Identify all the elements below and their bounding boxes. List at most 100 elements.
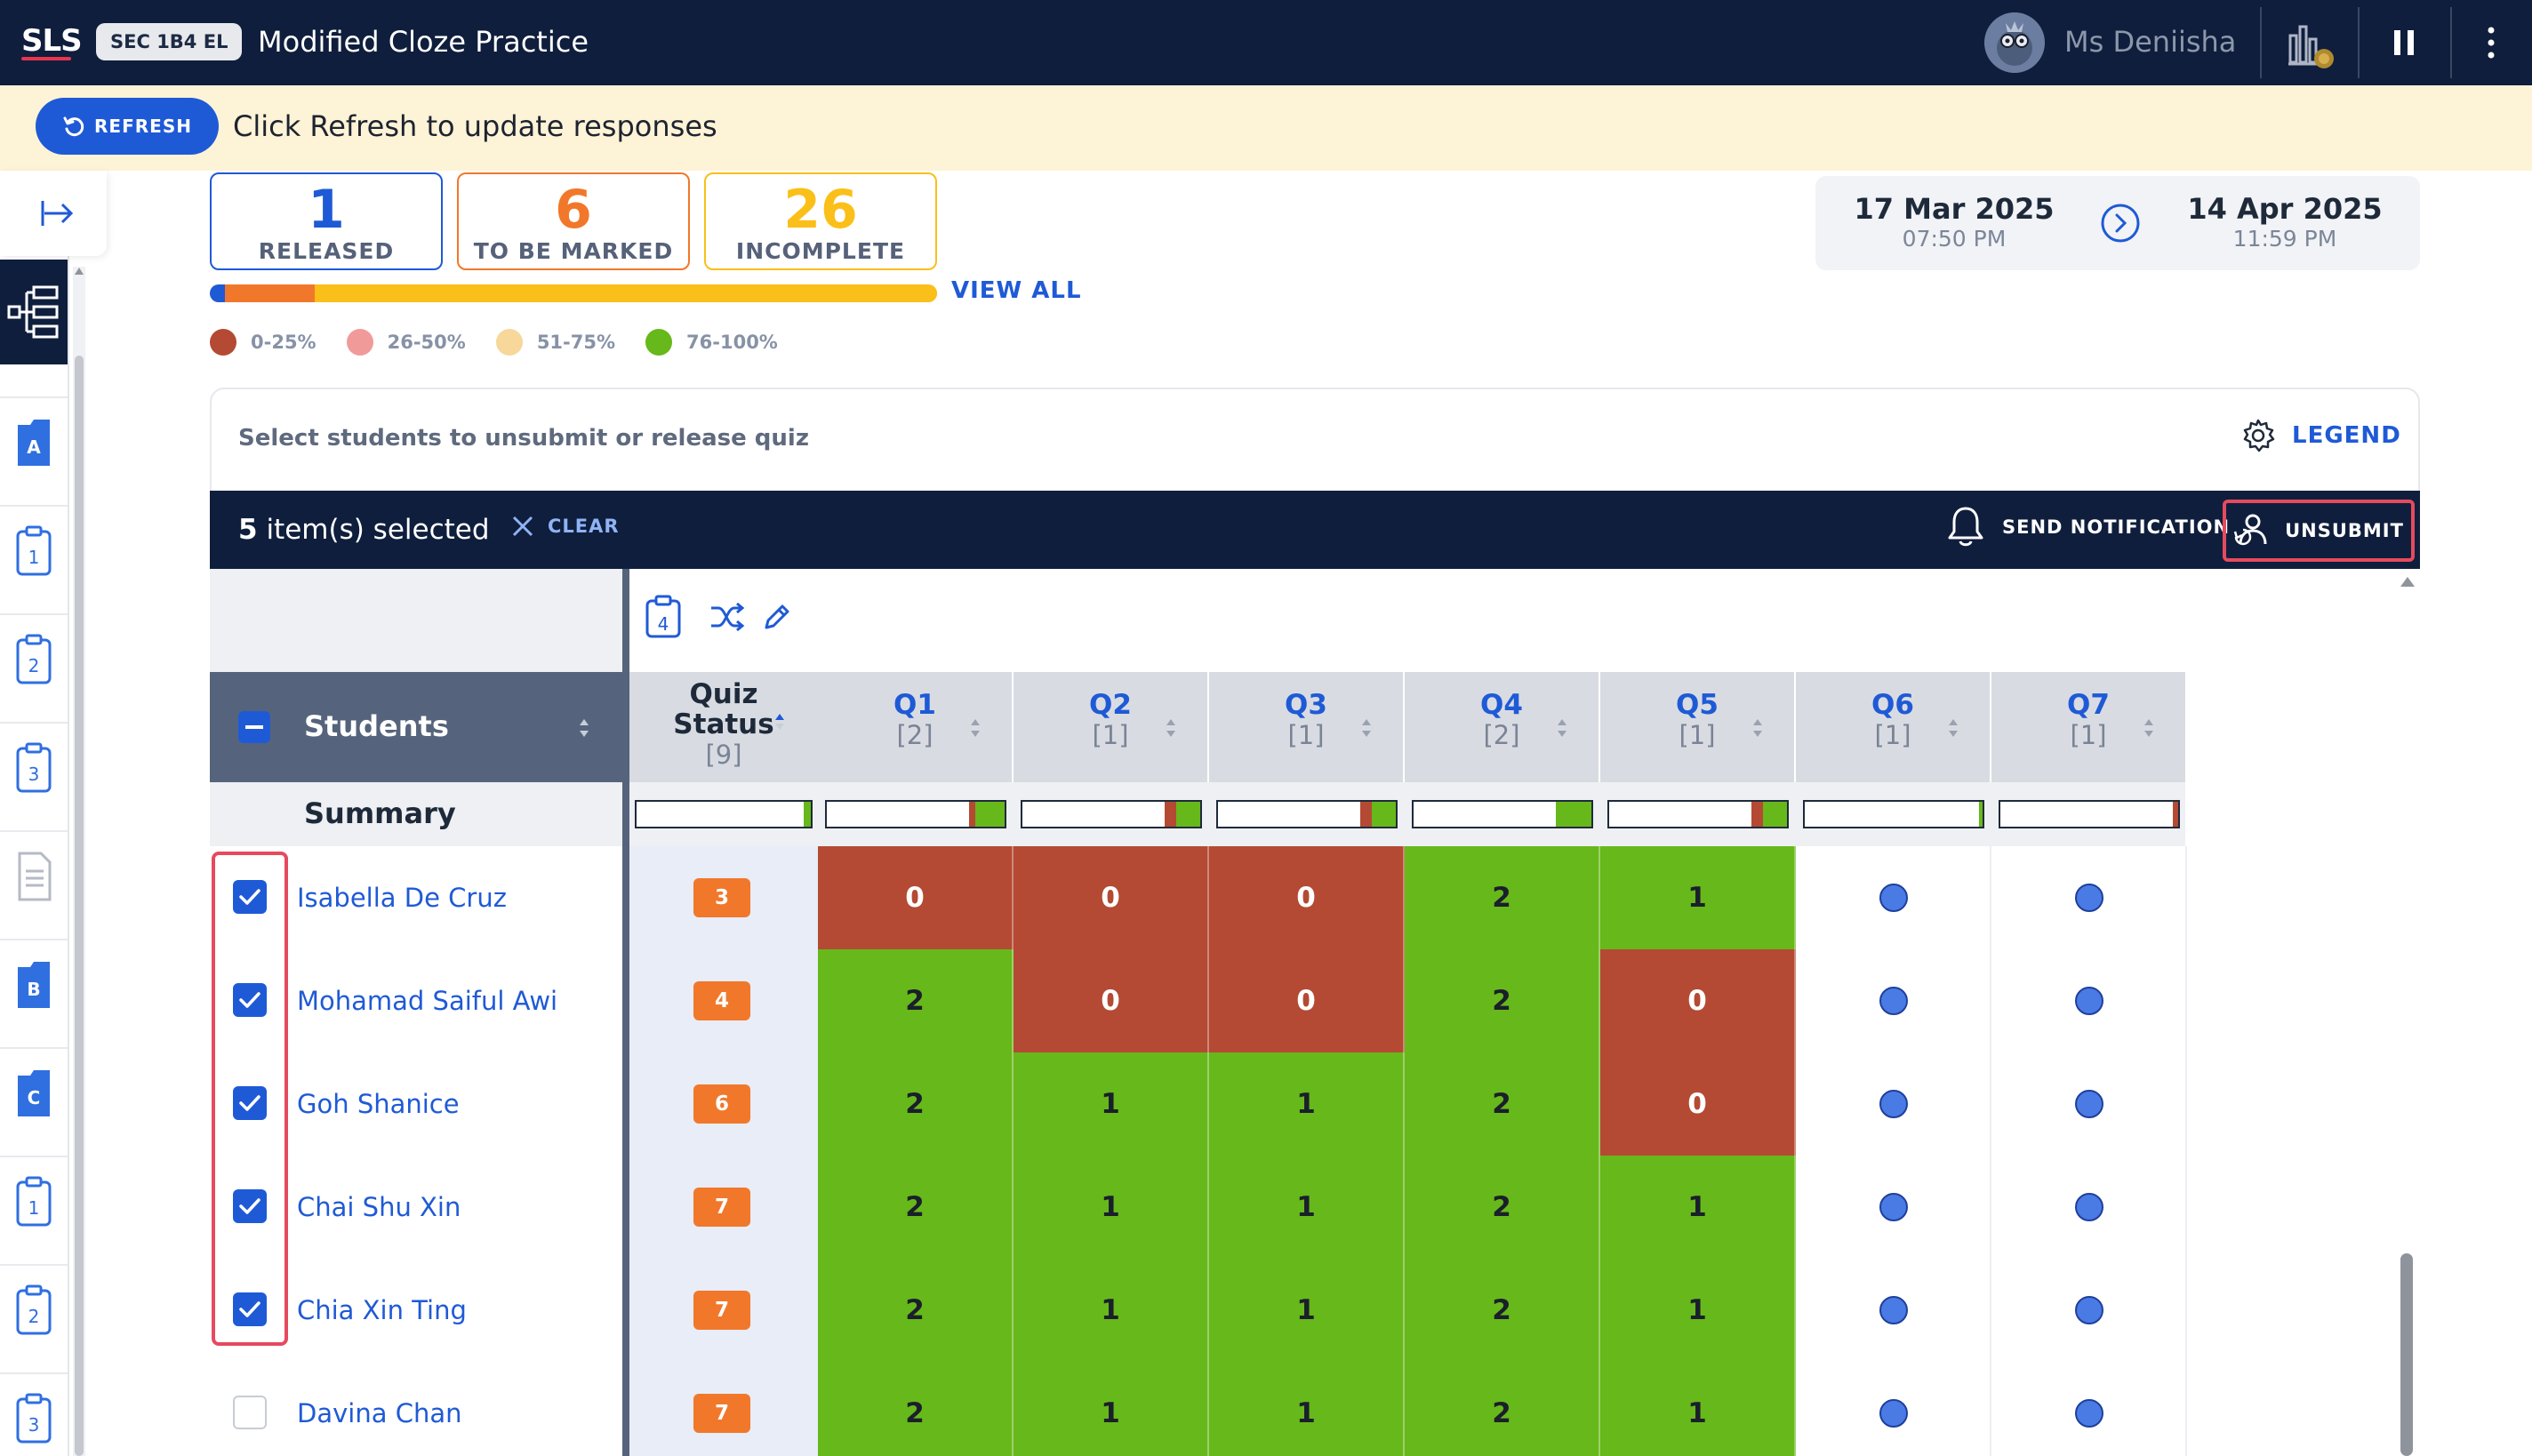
quiz-status-badge[interactable]: 6 bbox=[693, 1084, 750, 1124]
quiz-status-badge[interactable]: 7 bbox=[693, 1394, 750, 1433]
score-cell[interactable]: 1 bbox=[1600, 1259, 1796, 1362]
date-range[interactable]: 17 Mar 2025 07:50 PM 14 Apr 2025 11:59 P… bbox=[1815, 176, 2420, 270]
score-cell[interactable]: 1 bbox=[1209, 1259, 1405, 1362]
quiz-status-badge[interactable]: 4 bbox=[693, 981, 750, 1020]
send-notification-button[interactable]: SEND NOTIFICATION bbox=[1947, 505, 2230, 549]
select-all-checkbox[interactable] bbox=[238, 711, 270, 743]
quiz-status-badge[interactable]: 7 bbox=[693, 1188, 750, 1227]
question-column-header[interactable]: Q7 [1] bbox=[1991, 672, 2187, 782]
score-cell[interactable] bbox=[1796, 1259, 1991, 1362]
legend-button[interactable]: LEGEND bbox=[2240, 418, 2401, 453]
scroll-up-icon[interactable] bbox=[73, 265, 85, 277]
score-cell[interactable]: 0 bbox=[1600, 949, 1796, 1052]
clear-selection-button[interactable]: CLEAR bbox=[510, 514, 620, 539]
score-cell[interactable]: 2 bbox=[1405, 1362, 1600, 1456]
rail-item[interactable]: 1 bbox=[11, 524, 57, 578]
sort-icon[interactable] bbox=[1360, 716, 1373, 740]
rail-item[interactable]: 2 bbox=[11, 1284, 57, 1337]
question-column-header[interactable]: Q6 [1] bbox=[1796, 672, 1991, 782]
question-summary-bar[interactable] bbox=[1803, 800, 1984, 828]
score-cell[interactable]: 2 bbox=[818, 1156, 1014, 1259]
unsubmit-button[interactable]: UNSUBMIT bbox=[2223, 500, 2415, 562]
view-all-link[interactable]: VIEW ALL bbox=[951, 277, 1082, 304]
statistics-icon[interactable] bbox=[2287, 21, 2336, 71]
score-cell[interactable] bbox=[1991, 949, 2187, 1052]
score-cell[interactable]: 1 bbox=[1014, 1156, 1209, 1259]
score-cell[interactable] bbox=[1796, 1156, 1991, 1259]
score-cell[interactable] bbox=[1796, 1052, 1991, 1156]
score-cell[interactable] bbox=[1991, 1259, 2187, 1362]
quiz-status-badge[interactable]: 7 bbox=[693, 1291, 750, 1330]
score-cell[interactable]: 0 bbox=[1209, 846, 1405, 949]
score-cell[interactable]: 1 bbox=[1600, 1156, 1796, 1259]
rail-item[interactable]: C bbox=[11, 1067, 57, 1120]
sort-ascending-icon[interactable] bbox=[773, 709, 786, 732]
student-name-link[interactable]: Mohamad Saiful Awi bbox=[297, 985, 557, 1017]
incomplete-card[interactable]: 26 INCOMPLETE bbox=[704, 172, 937, 270]
score-cell[interactable]: 1 bbox=[1600, 846, 1796, 949]
sort-icon[interactable] bbox=[1751, 716, 1764, 740]
student-name-link[interactable]: Chai Shu Xin bbox=[297, 1191, 461, 1223]
student-name-link[interactable]: Chia Xin Ting bbox=[297, 1294, 467, 1326]
score-cell[interactable] bbox=[1991, 846, 2187, 949]
rail-item-tree-view[interactable] bbox=[0, 260, 68, 364]
question-summary-bar[interactable] bbox=[1021, 800, 1202, 828]
sort-icon[interactable] bbox=[1947, 716, 1959, 740]
score-cell[interactable]: 2 bbox=[1405, 1052, 1600, 1156]
question-column-header[interactable]: Q5 [1] bbox=[1600, 672, 1796, 782]
score-cell[interactable]: 0 bbox=[818, 846, 1014, 949]
score-cell[interactable]: 1 bbox=[1600, 1362, 1796, 1456]
rail-item[interactable]: B bbox=[11, 958, 57, 1012]
pause-icon[interactable] bbox=[2388, 27, 2420, 59]
rail-item[interactable]: 2 bbox=[11, 633, 57, 686]
rail-item[interactable] bbox=[11, 850, 57, 903]
sort-icon[interactable] bbox=[1165, 716, 1177, 740]
sort-icon[interactable] bbox=[2143, 716, 2155, 740]
rail-scroll-thumb[interactable] bbox=[75, 356, 84, 1456]
score-cell[interactable]: 0 bbox=[1209, 949, 1405, 1052]
question-summary-bar[interactable] bbox=[1999, 800, 2180, 828]
score-cell[interactable] bbox=[1796, 949, 1991, 1052]
score-cell[interactable]: 2 bbox=[1405, 1156, 1600, 1259]
score-cell[interactable] bbox=[1796, 1362, 1991, 1456]
shuffle-icon[interactable] bbox=[709, 601, 745, 636]
student-name-link[interactable]: Isabella De Cruz bbox=[297, 882, 507, 914]
score-cell[interactable]: 2 bbox=[818, 1052, 1014, 1156]
rail-item[interactable]: A bbox=[11, 416, 57, 469]
score-cell[interactable] bbox=[1796, 846, 1991, 949]
sort-icon[interactable] bbox=[969, 716, 982, 740]
rail-item[interactable]: 1 bbox=[11, 1175, 57, 1228]
user-avatar[interactable] bbox=[1984, 12, 2045, 73]
tasks-clipboard-icon[interactable]: 4 bbox=[644, 594, 683, 644]
student-name-link[interactable]: Davina Chan bbox=[297, 1397, 461, 1429]
question-column-header[interactable]: Q1 [2] bbox=[818, 672, 1014, 782]
question-summary-bar[interactable] bbox=[1412, 800, 1593, 828]
user-name[interactable]: Ms Deniisha bbox=[2064, 23, 2236, 60]
score-cell[interactable]: 1 bbox=[1209, 1362, 1405, 1456]
score-cell[interactable]: 1 bbox=[1014, 1259, 1209, 1362]
released-card[interactable]: 1 RELEASED bbox=[210, 172, 443, 270]
question-summary-bar[interactable] bbox=[825, 800, 1006, 828]
question-column-header[interactable]: Q2 [1] bbox=[1014, 672, 1209, 782]
question-column-header[interactable]: Q3 [1] bbox=[1209, 672, 1405, 782]
score-cell[interactable] bbox=[1991, 1052, 2187, 1156]
sls-logo[interactable]: SLS bbox=[21, 23, 83, 59]
score-cell[interactable]: 1 bbox=[1209, 1156, 1405, 1259]
sort-icon[interactable] bbox=[1556, 716, 1568, 740]
score-cell[interactable]: 2 bbox=[1405, 949, 1600, 1052]
rail-item[interactable]: 3 bbox=[11, 1392, 57, 1445]
score-cell[interactable]: 0 bbox=[1600, 1052, 1796, 1156]
pencil-icon[interactable] bbox=[761, 601, 793, 636]
quiz-status-header[interactable]: Quiz Status [9] bbox=[629, 672, 818, 782]
student-name-link[interactable]: Goh Shanice bbox=[297, 1088, 460, 1120]
students-column-header[interactable]: Students bbox=[210, 672, 622, 782]
sort-icon[interactable] bbox=[578, 716, 590, 740]
question-summary-bar[interactable] bbox=[1216, 800, 1398, 828]
to-be-marked-card[interactable]: 6 TO BE MARKED bbox=[457, 172, 690, 270]
table-scroll-thumb[interactable] bbox=[2400, 1253, 2413, 1456]
question-summary-bar[interactable] bbox=[1607, 800, 1789, 828]
score-cell[interactable] bbox=[1991, 1362, 2187, 1456]
score-cell[interactable]: 2 bbox=[818, 1259, 1014, 1362]
row-checkbox[interactable] bbox=[233, 1396, 267, 1429]
score-cell[interactable]: 1 bbox=[1014, 1052, 1209, 1156]
